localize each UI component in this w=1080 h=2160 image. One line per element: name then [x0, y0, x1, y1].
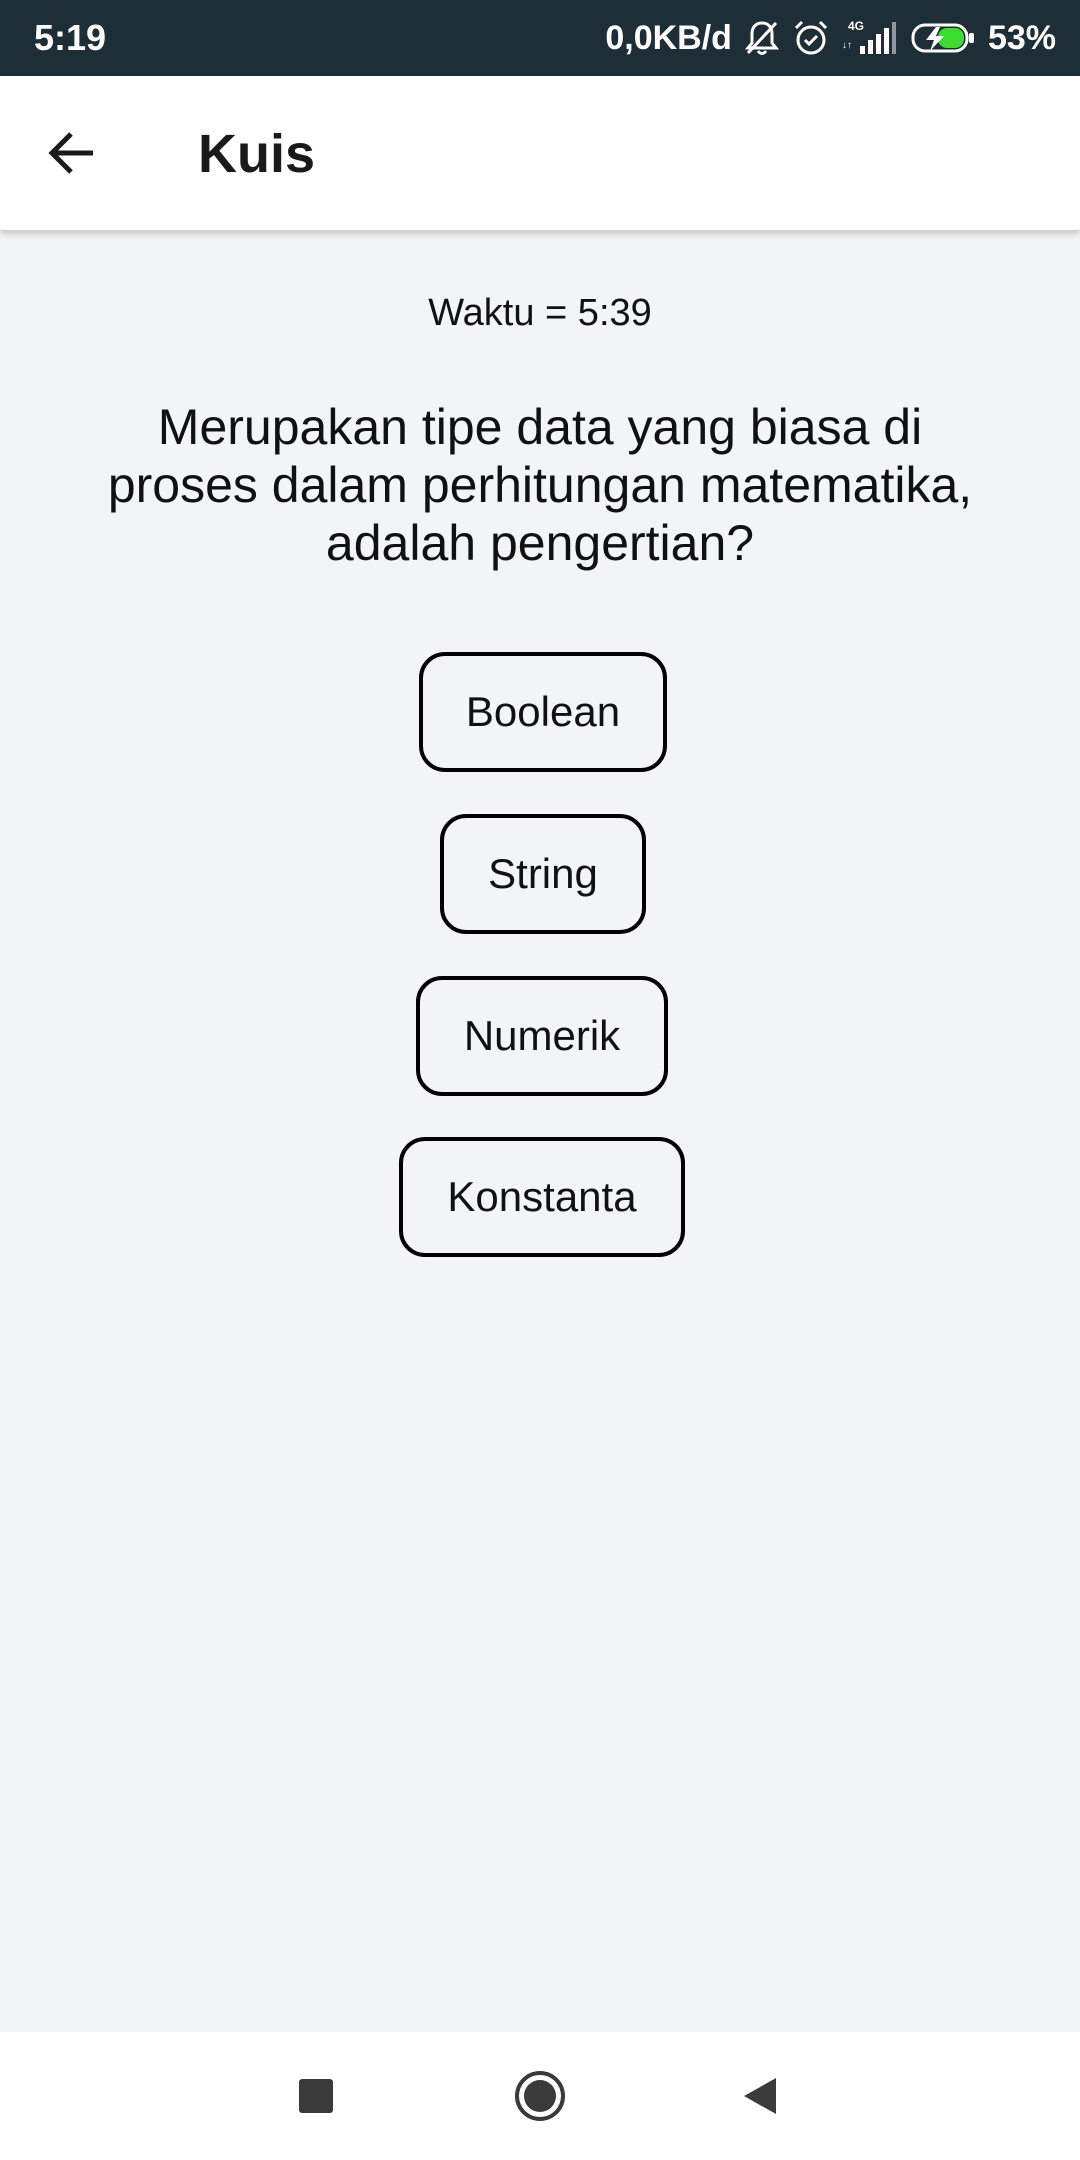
svg-text:↓↑: ↓↑: [842, 40, 852, 51]
status-time: 5:19: [34, 17, 107, 58]
status-bar: 5:19 0,0KB/d 4G ↓↑ 53%: [0, 0, 1080, 76]
battery-percent: 53%: [987, 18, 1056, 57]
status-indicators: 0,0KB/d 4G ↓↑ 53%: [605, 14, 1056, 62]
recents-button[interactable]: [274, 2054, 358, 2138]
alarm-icon: [792, 19, 830, 57]
page-title: Kuis: [198, 124, 316, 184]
answer-option-numerik[interactable]: Numerik: [416, 976, 668, 1096]
battery-charging-icon: [910, 21, 976, 55]
recents-icon: [299, 2079, 333, 2113]
system-nav-bar: [0, 2032, 1080, 2160]
signal-icon: 4G ↓↑: [842, 18, 898, 58]
home-button[interactable]: [498, 2054, 582, 2138]
question-text: Merupakan tipe data yang biasa di proses…: [107, 399, 973, 571]
back-triangle-icon: [744, 2078, 776, 2114]
bell-off-icon: [744, 19, 780, 57]
answer-option-konstanta[interactable]: Konstanta: [399, 1137, 685, 1257]
timer-text: Waktu = 5:39: [428, 292, 652, 334]
network-speed: 0,0KB/d: [605, 18, 732, 57]
nav-back-button[interactable]: [718, 2054, 802, 2138]
app-bar: Kuis: [0, 76, 1080, 230]
answer-option-boolean[interactable]: Boolean: [419, 652, 667, 772]
arrow-left-icon: [48, 132, 93, 174]
answer-option-string[interactable]: String: [440, 814, 646, 934]
network-type: 4G: [848, 19, 864, 33]
home-icon: [515, 2071, 565, 2121]
back-button[interactable]: [28, 118, 116, 188]
